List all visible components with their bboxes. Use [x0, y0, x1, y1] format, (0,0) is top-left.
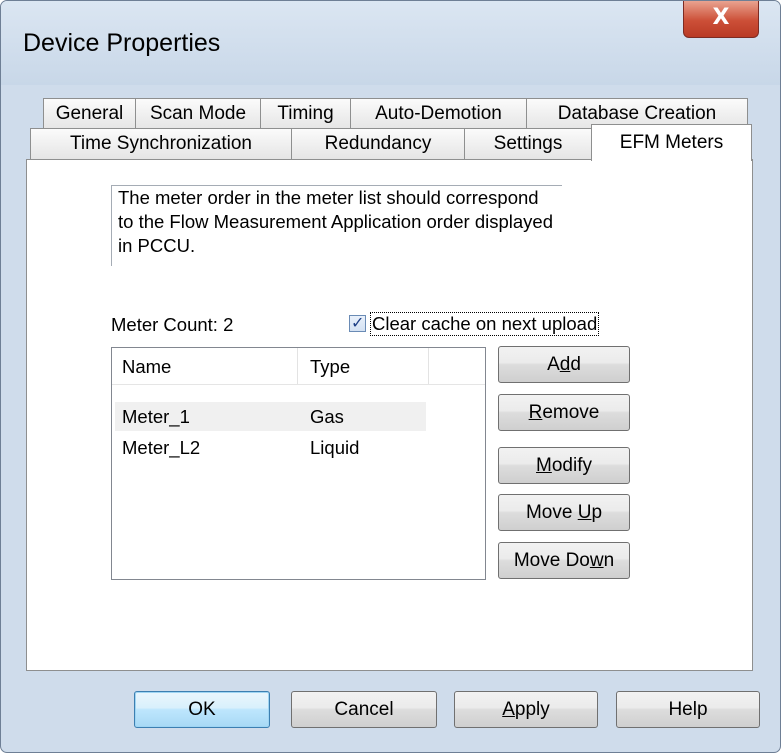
meter-list-header: Name Type [112, 348, 485, 385]
ok-button[interactable]: OK [134, 691, 270, 728]
clear-cache-checkbox[interactable]: ✓ [349, 313, 366, 332]
tab-time-synchronization[interactable]: Time Synchronization [30, 128, 292, 159]
cancel-button[interactable]: Cancel [291, 691, 437, 728]
modify-button[interactable]: Modify [498, 447, 630, 484]
meter-list[interactable]: Name Type Meter_1 Gas Meter_L2 Liquid [111, 347, 486, 580]
move-up-button[interactable]: Move Up [498, 494, 630, 531]
tab-efm-meters[interactable]: EFM Meters [591, 124, 752, 161]
meter-name-cell: Meter_L2 [122, 437, 201, 458]
meter-name-cell: Meter_1 [122, 406, 190, 427]
meter-type-cell: Liquid [310, 437, 360, 458]
move-down-button[interactable]: Move Down [498, 542, 630, 579]
tab-auto-demotion[interactable]: Auto-Demotion [350, 98, 527, 129]
meter-order-info-text: The meter order in the meter list should… [111, 185, 562, 266]
column-header-empty [429, 348, 485, 384]
meter-count-label: Meter Count: 2 [111, 314, 234, 335]
tab-timing[interactable]: Timing [260, 98, 351, 129]
efm-meters-panel: The meter order in the meter list should… [26, 159, 753, 671]
close-button[interactable]: X [683, 1, 759, 38]
tab-general[interactable]: General [43, 98, 136, 129]
column-header-name[interactable]: Name [112, 348, 298, 384]
close-icon: X [712, 5, 730, 30]
clear-cache-label[interactable]: Clear cache on next upload [370, 312, 600, 336]
help-button[interactable]: Help [616, 691, 760, 728]
tab-settings[interactable]: Settings [464, 128, 592, 159]
checkmark-icon: ✓ [351, 313, 365, 332]
meter-list-row[interactable]: Meter_1 Gas [115, 402, 426, 431]
meter-type-cell: Gas [310, 406, 344, 427]
window-title: Device Properties [23, 29, 221, 57]
meter-list-row[interactable]: Meter_L2 Liquid [115, 433, 426, 462]
title-bar[interactable]: Device Properties X [1, 1, 780, 85]
tab-scan-mode[interactable]: Scan Mode [135, 98, 261, 129]
device-properties-window: Device Properties X General Scan Mode Ti… [0, 0, 781, 753]
remove-button[interactable]: Remove [498, 394, 630, 431]
tab-redundancy[interactable]: Redundancy [291, 128, 465, 159]
column-header-type[interactable]: Type [298, 348, 429, 384]
add-button[interactable]: Add [498, 346, 630, 383]
apply-button[interactable]: Apply [454, 691, 598, 728]
